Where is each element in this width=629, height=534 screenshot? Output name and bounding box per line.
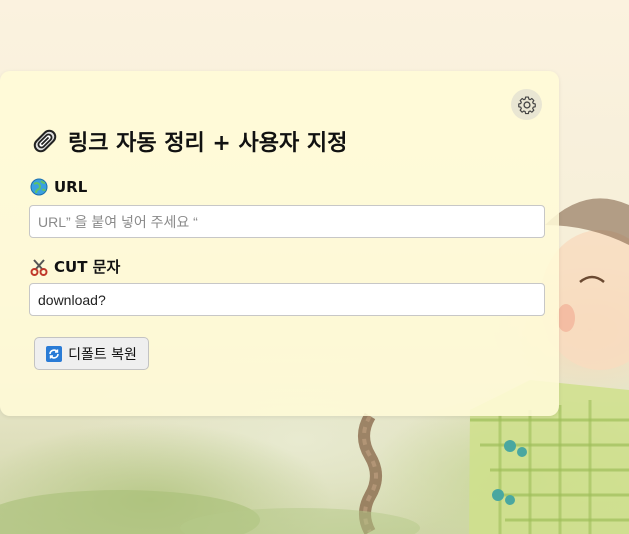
refresh-icon (46, 345, 63, 362)
cut-label-text: CUT 문자 (54, 258, 121, 276)
restore-default-button[interactable]: 디폴트 복원 (34, 337, 149, 370)
cut-label: CUT 문자 (30, 256, 120, 277)
settings-button[interactable] (511, 89, 542, 120)
gear-icon (517, 95, 537, 115)
url-input[interactable] (29, 205, 545, 238)
globe-icon (30, 178, 48, 196)
paperclip-icon (30, 126, 60, 156)
url-label: URL (30, 178, 87, 196)
cut-input[interactable] (29, 283, 545, 316)
page-title-text: 링크 자동 정리 + 사용자 지정 (68, 131, 348, 156)
restore-default-label: 디폴트 복원 (68, 346, 137, 363)
scissors-icon (30, 258, 48, 276)
page-title: 링크 자동 정리 + 사용자 지정 (30, 124, 347, 158)
url-label-text: URL (54, 178, 88, 196)
